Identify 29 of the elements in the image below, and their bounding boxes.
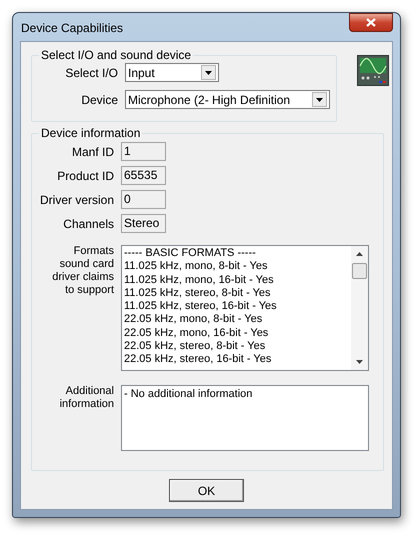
dropdown[interactable]: Microphone (2- High Definition: [125, 90, 330, 109]
list-item[interactable]: 11.025 kHz, stereo, 8-bit - Yes: [124, 286, 271, 300]
group-label: Device information: [40, 127, 142, 140]
readonly-field: 65535: [121, 166, 166, 185]
list-item[interactable]: 22.05 kHz, mono, 8-bit - Yes: [124, 313, 262, 327]
field-label: Formats sound card driver claims to support: [51, 245, 114, 298]
field-label: Select I/O: [64, 64, 118, 82]
field-label: Manf ID: [70, 144, 114, 160]
group-label: Select I/O and sound device: [40, 49, 192, 62]
field-label: Channels: [62, 216, 114, 232]
readonly-field: 0: [121, 190, 166, 209]
field-label: Device: [80, 92, 118, 108]
dropdown[interactable]: Input: [125, 63, 219, 82]
list-item[interactable]: ----- BASIC FORMATS -----: [124, 247, 256, 260]
field-label: Additional information: [58, 385, 114, 412]
list-item[interactable]: 11.025 kHz, stereo, 16-bit - Yes: [124, 300, 277, 314]
info-textbox[interactable]: - No additional information: [121, 385, 369, 451]
field-label: Product ID: [56, 168, 114, 184]
list-item[interactable]: 22.05 kHz, mono, 16-bit - Yes: [124, 326, 268, 340]
info-text: - No additional information: [124, 388, 252, 400]
window-title: Device Capabilities: [20, 20, 124, 37]
readonly-field: Stereo: [121, 214, 166, 233]
list-item[interactable]: 11.025 kHz, mono, 8-bit - Yes: [124, 260, 268, 274]
list-item[interactable]: 11.025 kHz, mono, 16-bit - Yes: [124, 274, 274, 287]
field-label: Driver version: [38, 192, 114, 208]
ok-button[interactable]: OK: [169, 479, 244, 502]
readonly-field: 1: [121, 142, 166, 161]
list-item[interactable]: 22.05 kHz, stereo, 8-bit - Yes: [124, 340, 266, 354]
list-item[interactable]: 22.05 kHz, stereo, 16-bit - Yes: [124, 353, 272, 367]
